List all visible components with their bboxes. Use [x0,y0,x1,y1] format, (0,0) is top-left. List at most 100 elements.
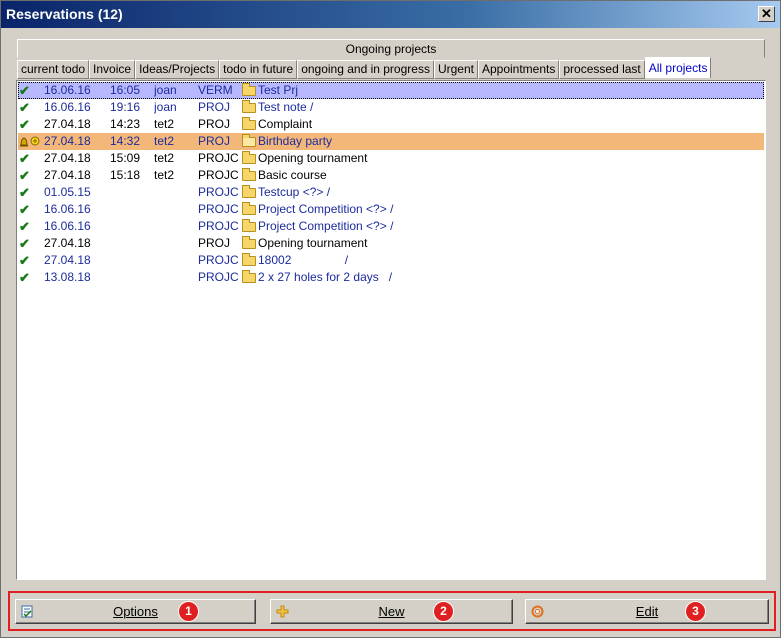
open-folder-icon [242,133,258,150]
tab-ongoing-and-in-progress[interactable]: ongoing and in progress [297,60,434,79]
user-cell [154,184,198,201]
check-icon: ✔ [19,117,30,132]
group-tab-ongoing-projects[interactable]: Ongoing projects [17,39,765,58]
tab-ideas-projects[interactable]: Ideas/Projects [135,60,220,79]
tab-invoice[interactable]: Invoice [89,60,136,79]
date-cell: 27.04.18 [44,117,91,131]
projects-panel: Ongoing projects current todo Invoice Id… [13,38,769,583]
user-cell: joan [154,100,177,114]
date-cell: 27.04.18 [44,253,91,267]
date-cell: 01.05.15 [44,185,91,199]
folder-icon [242,150,258,167]
date-cell: 16.06.16 [44,100,91,114]
tab-appointments[interactable]: Appointments [477,60,560,79]
folder-icon [242,167,258,184]
user-cell [154,269,198,286]
list-item[interactable]: ✔ 16.06.16 PROJC Project Competition <?> / [18,218,764,235]
list-item[interactable]: ✔ 16.06.16 19:16 joan PROJ Test note / [18,99,764,116]
check-icon: ✔ [19,253,30,268]
type-cell: PROJC [198,202,239,216]
time-cell: 19:16 [110,100,141,114]
folder-icon [242,218,258,235]
time-cell: 14:23 [110,117,141,131]
type-cell: PROJ [198,134,231,148]
edit-ring-icon [531,605,544,618]
options-button-label: Options [113,604,158,619]
description-cell: Basic course [258,168,327,182]
user-cell: tet2 [154,117,175,131]
date-cell: 27.04.18 [44,168,91,182]
list-item[interactable]: 27.04.18 14:32 tet2 PROJ Birthday party [18,133,764,150]
check-icon: ✔ [19,100,30,115]
date-cell: 16.06.16 [44,202,91,216]
type-cell: PROJ [198,100,231,114]
tab-processed-last[interactable]: processed last [559,60,645,79]
date-cell: 13.08.18 [44,270,91,284]
list-item[interactable]: ✔ 16.06.16 PROJC Project Competition <?> / [18,201,764,218]
edit-button[interactable]: Edit 3 [525,599,769,624]
tab-current-todo[interactable]: current todo [17,60,90,79]
user-cell: tet2 [154,134,175,148]
list-item[interactable]: ✔ 27.04.18 PROJ Opening tournament [18,235,764,252]
title-bar: Reservations (12) ✕ [1,1,780,28]
description-cell: Test note / [258,100,314,114]
close-button[interactable]: ✕ [758,6,775,22]
new-button-label: New [378,604,405,619]
type-cell: VERM [198,83,233,97]
tab-urgent[interactable]: Urgent [433,60,478,79]
folder-icon [242,201,258,218]
callout-badge-1: 1 [178,601,199,622]
folder-icon [242,184,258,201]
time-cell [110,218,154,235]
check-icon: ✔ [19,185,30,200]
new-button[interactable]: New 2 [270,599,513,624]
time-cell: 14:32 [110,134,141,148]
list-item[interactable]: ✔ 27.04.18 15:18 tet2 PROJC Basic course [18,167,764,184]
check-icon: ✔ [19,270,30,285]
user-cell [154,252,198,269]
list-item[interactable]: ✔ 01.05.15 PROJC Testcup <?> / [18,184,764,201]
date-cell: 16.06.16 [44,83,91,97]
description-cell: 18002 / [258,253,349,267]
list-item[interactable]: ✔ 13.08.18 PROJC 2 x 27 holes for 2 days / [18,269,764,286]
list-item[interactable]: ✔ 27.04.18 PROJC 18002 / [18,252,764,269]
folder-icon [242,252,258,269]
description-cell: Opening tournament [258,236,368,250]
folder-icon [242,269,258,286]
tab-todo-in-future[interactable]: todo in future [219,60,298,79]
time-cell: 15:18 [110,168,141,182]
description-cell: 2 x 27 holes for 2 days / [258,270,393,284]
options-button[interactable]: Options 1 [15,599,256,624]
folder-icon [242,235,258,252]
user-cell [154,235,198,252]
reservations-window: Reservations (12) ✕ Ongoing projects cur… [0,0,781,638]
reminder-bell-icon [19,133,45,150]
date-cell: 27.04.18 [44,134,91,148]
description-cell: Testcup <?> / [258,185,331,199]
window-title: Reservations (12) [6,6,123,22]
list-item[interactable]: ✔ 27.04.18 14:23 tet2 PROJ Complaint [18,116,764,133]
list-item[interactable]: ✔ 16.06.16 16:05 joan VERM Test Prj [18,82,764,99]
type-cell: PROJC [198,219,239,233]
type-cell: PROJC [198,253,239,267]
time-cell [110,201,154,218]
type-cell: PROJ [198,236,231,250]
date-cell: 27.04.18 [44,151,91,165]
folder-icon [242,82,258,99]
projects-list[interactable]: ✔ 16.06.16 16:05 joan VERM Test Prj ✔ 16.06.16 1… [16,80,766,580]
time-cell: 15:09 [110,151,141,165]
description-cell: Project Competition <?> / [258,202,394,216]
folder-icon [242,99,258,116]
type-cell: PROJC [198,168,239,182]
check-icon: ✔ [19,236,30,251]
description-cell: Project Competition <?> / [258,219,394,233]
date-cell: 27.04.18 [44,236,91,250]
check-icon: ✔ [19,219,30,234]
time-cell [110,252,154,269]
callout-badge-2: 2 [433,601,454,622]
tab-all-projects[interactable]: All projects [644,57,712,78]
time-cell [110,269,154,286]
check-icon: ✔ [19,151,30,166]
list-item[interactable]: ✔ 27.04.18 15:09 tet2 PROJC Opening tournamen… [18,150,764,167]
options-icon [21,605,33,618]
